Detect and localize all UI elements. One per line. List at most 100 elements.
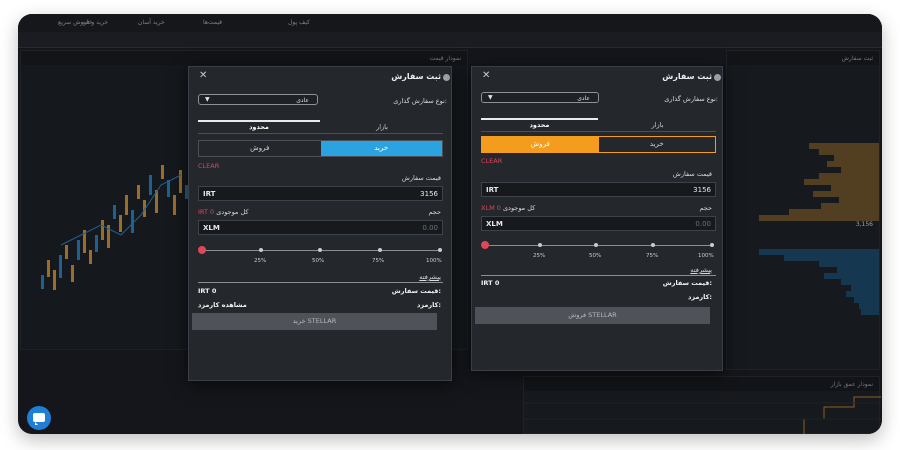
order-modal-sell: ثبت سفارش ✕ نوع سفارش گذاری: ▼ عادی بازا… [471, 66, 723, 371]
candle [41, 275, 44, 289]
panel-title: نمودار قیمت [429, 55, 461, 62]
slider-label: 100% [698, 253, 714, 259]
order-price-value: IRT 0 [198, 287, 217, 295]
nav-item[interactable]: خرید آسان [138, 19, 165, 26]
slider-handle[interactable] [481, 241, 489, 249]
slider-label: 100% [426, 258, 442, 264]
order-type-label: نوع سفارش گذاری: [393, 97, 447, 105]
sell-button[interactable]: فروش [199, 141, 321, 156]
fee-link[interactable]: مشاهده کارمزد [198, 301, 247, 309]
volume-placeholder: 0.00 [422, 224, 438, 232]
panel-header: نمودار عمق بازار [524, 377, 879, 391]
candle [77, 240, 80, 260]
buy-button[interactable]: خرید [599, 137, 716, 152]
balance-label: کل موجودی [216, 208, 249, 216]
slider-handle[interactable] [198, 246, 206, 254]
clear-button[interactable]: CLEAR [481, 157, 502, 165]
nav-item[interactable]: قیمت‌ها [203, 19, 222, 26]
price-currency: IRT [203, 190, 216, 198]
modal-title: ثبت سفارش [391, 72, 450, 81]
depth-chart [524, 396, 881, 434]
volume-placeholder: 0.00 [695, 220, 711, 228]
nav-item[interactable]: کیف پول [288, 19, 310, 26]
candle [71, 265, 74, 282]
tab-divider [198, 133, 443, 134]
info-icon [714, 74, 721, 81]
amount-slider[interactable]: 25% 50% 75% 100% [481, 241, 716, 261]
order-price-label: قیمت سفارش: [662, 279, 712, 287]
price-input[interactable]: IRT 3156 [198, 186, 443, 201]
slider-step[interactable] [710, 243, 714, 247]
candle [119, 215, 122, 232]
balance-label: کل موجودی [502, 204, 536, 212]
slider-step[interactable] [259, 248, 263, 252]
slider-label: 25% [254, 258, 267, 264]
balance-value: IRT 0 [198, 208, 215, 216]
slider-step[interactable] [378, 248, 382, 252]
slider-step[interactable] [651, 243, 655, 247]
price-value: 3156 [693, 186, 711, 194]
slider-step[interactable] [538, 243, 542, 247]
fee-label: کارمزد: [417, 301, 441, 309]
tab-limit[interactable]: محدود [481, 118, 598, 132]
panel-header: ثبت سفارش [727, 51, 879, 65]
slider-step[interactable] [594, 243, 598, 247]
buy-button[interactable]: خرید [320, 141, 442, 156]
candle [95, 235, 98, 252]
candle [131, 210, 134, 233]
tab-market[interactable]: بازار [599, 118, 716, 132]
modal-title-text: ثبت سفارش [391, 72, 441, 81]
sell-button[interactable]: فروش [482, 137, 599, 152]
volume-currency: XLM [486, 220, 503, 228]
candle [161, 165, 164, 179]
volume-input[interactable]: XLM 0.00 [481, 216, 716, 231]
order-price-value: IRT 0 [481, 279, 500, 287]
panel-title: نمودار عمق بازار [830, 381, 873, 388]
depth-chart-panel: نمودار عمق بازار [523, 376, 881, 434]
slider-label: 50% [312, 258, 325, 264]
advanced-link[interactable]: پیشرفته [690, 266, 712, 274]
fee-label: کارمزد: [688, 293, 712, 301]
volume-input[interactable]: XLM 0.00 [198, 220, 443, 235]
order-mode-tabs: بازار محدود [481, 118, 716, 132]
close-icon[interactable]: ✕ [199, 70, 207, 81]
price-label: قیمت سفارش [672, 170, 712, 178]
modal-title-text: ثبت سفارش [662, 72, 712, 81]
nav-item[interactable]: خانه [82, 19, 92, 26]
volume-label: حجم [428, 208, 441, 216]
candle [179, 170, 182, 193]
order-type-select[interactable]: ▼ عادی [198, 94, 318, 105]
price-input[interactable]: IRT 3156 [481, 182, 716, 197]
divider [198, 282, 443, 283]
orderbook-row[interactable] [861, 309, 879, 315]
order-modal-buy: ثبت سفارش ✕ نوع سفارش گذاری: ▼ عادی بازا… [188, 66, 452, 381]
tab-market[interactable]: بازار [321, 120, 443, 134]
balance-value: XLM 0 [481, 204, 501, 212]
slider-step[interactable] [318, 248, 322, 252]
advanced-link[interactable]: پیشرفته [419, 273, 441, 281]
close-icon[interactable]: ✕ [482, 70, 490, 81]
volume-label: حجم [699, 204, 712, 212]
order-type-select[interactable]: ▼ عادی [481, 92, 599, 103]
modal-title: ثبت سفارش [662, 72, 721, 81]
side-switch: فروش خرید [198, 140, 443, 157]
order-type-value: عادی [296, 97, 309, 104]
clear-button[interactable]: CLEAR [198, 162, 219, 170]
slider-label: 75% [646, 253, 659, 259]
candle [149, 175, 152, 195]
candle [65, 245, 68, 259]
app-window: خرید و فروش سریع خرید آسان قیمت‌ها کیف پ… [18, 14, 882, 434]
order-type-value: عادی [577, 95, 590, 102]
price-label: قیمت سفارش [401, 174, 441, 182]
submit-buy-button[interactable]: خرید STELLAR [192, 313, 437, 330]
amount-slider[interactable]: 25% 50% 75% 100% [198, 246, 443, 266]
slider-step[interactable] [438, 248, 442, 252]
candle [47, 260, 50, 277]
balance: IRT 0 کل موجودی [198, 208, 249, 216]
tab-limit[interactable]: محدود [198, 120, 320, 134]
order-mode-tabs: بازار محدود [198, 120, 443, 134]
volume-currency: XLM [203, 224, 220, 232]
mid-price: 3,156 [855, 221, 873, 228]
submit-sell-button[interactable]: فروش STELLAR [475, 307, 710, 324]
chat-button[interactable] [27, 406, 51, 430]
